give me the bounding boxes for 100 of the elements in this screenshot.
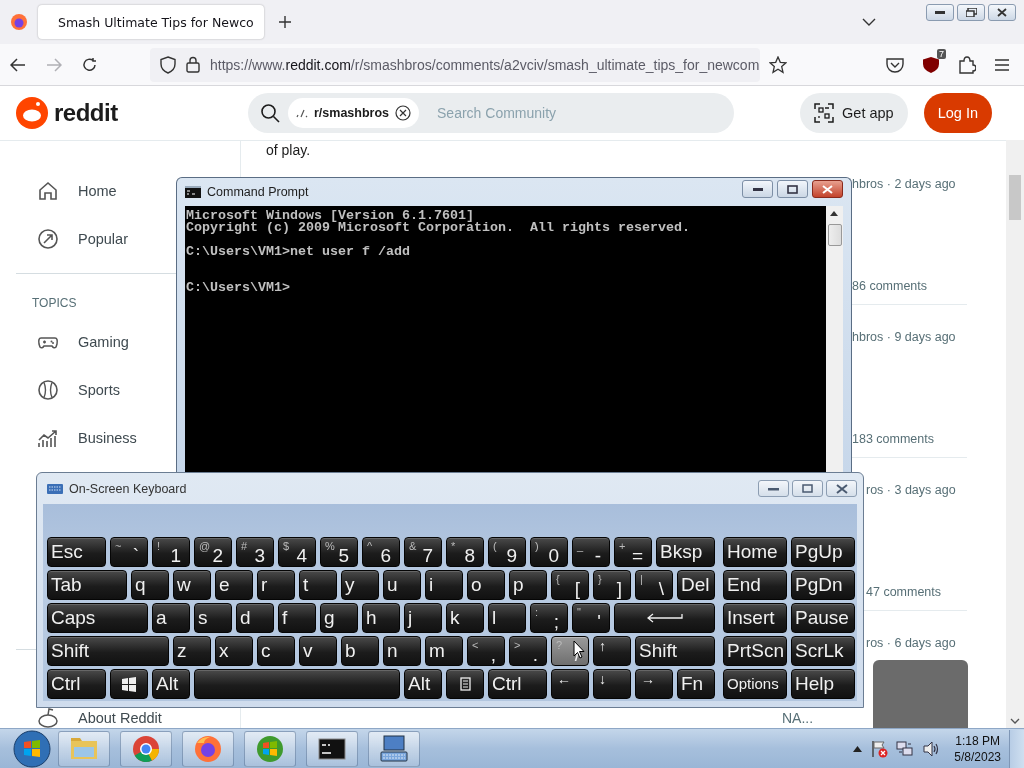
keyboard-key[interactable]: Alt [152, 669, 190, 699]
browser-tab[interactable]: Smash Ultimate Tips for Newco [38, 5, 264, 39]
keyboard-key[interactable]: & 7 [404, 537, 442, 567]
keyboard-key[interactable]: # 3 [236, 537, 274, 567]
pocket-icon[interactable] [886, 56, 904, 73]
keyboard-key[interactable]: u [383, 570, 421, 600]
keyboard-key[interactable]: i [425, 570, 463, 600]
comment-count[interactable]: 183 comments [852, 432, 967, 446]
keyboard-key[interactable]: o [467, 570, 505, 600]
keyboard-key[interactable]: PgDn [791, 570, 855, 600]
keyboard-key[interactable]: Tab [47, 570, 127, 600]
maximize-button[interactable] [792, 480, 823, 497]
keyboard-key[interactable]: ← [551, 669, 589, 699]
keyboard-key[interactable]: h [362, 603, 400, 633]
keyboard-key[interactable]: Ctrl [488, 669, 547, 699]
chevron-up-icon[interactable] [853, 745, 863, 752]
keyboard-key[interactable]: * 8 [446, 537, 484, 567]
keyboard-key[interactable]: Del [677, 570, 715, 600]
start-button[interactable] [12, 729, 52, 768]
keyboard-key[interactable]: Pause [791, 603, 855, 633]
sidebar-item[interactable]: Home [16, 167, 123, 215]
space-key[interactable] [194, 669, 400, 699]
keyboard-key[interactable]: x [215, 636, 253, 666]
keyboard-key[interactable]: " ' [572, 603, 610, 633]
sidebar-item[interactable]: Popular [16, 215, 134, 263]
keyboard-key[interactable]: Help [791, 669, 855, 699]
keyboard-key[interactable]: Shift [47, 636, 169, 666]
close-button[interactable] [988, 4, 1016, 21]
keyboard-key[interactable]: ! 1 [152, 537, 190, 567]
keyboard-key[interactable]: % 5 [320, 537, 358, 567]
comment-count[interactable]: 86 comments [852, 279, 967, 293]
keyboard-key[interactable]: PgUp [791, 537, 855, 567]
network-icon[interactable] [896, 739, 915, 758]
keyboard-key[interactable]: a [152, 603, 190, 633]
keyboard-key[interactable]: + = [614, 537, 652, 567]
keyboard-key[interactable]: < , [467, 636, 505, 666]
menu-icon[interactable] [994, 57, 1010, 72]
keyboard-key[interactable]: Alt [404, 669, 442, 699]
keyboard-key[interactable]: v [299, 636, 337, 666]
clear-icon[interactable] [395, 105, 412, 121]
logo-text[interactable]: reddit [54, 99, 118, 127]
keyboard-key[interactable]: @2 [194, 537, 232, 567]
keyboard-key[interactable]: w [173, 570, 211, 600]
login-button[interactable]: Log In [923, 93, 992, 133]
keyboard-key[interactable]: → [635, 669, 673, 699]
chevron-down-icon[interactable] [862, 18, 876, 26]
keyboard-key[interactable]: z [173, 636, 211, 666]
keyboard-key[interactable]: k [446, 603, 484, 633]
keyboard-key[interactable]: ) 0 [530, 537, 568, 567]
keyboard-key[interactable]: $ 4 [278, 537, 316, 567]
back-icon[interactable] [10, 57, 26, 72]
firefox-icon[interactable] [10, 13, 28, 31]
keyboard-key[interactable]: ScrLk [791, 636, 855, 666]
keyboard-key[interactable]: _ - [572, 537, 610, 567]
keyboard-key[interactable]: : ; [530, 603, 568, 633]
keyboard-key[interactable]: j [404, 603, 442, 633]
scroll-up-icon[interactable] [830, 211, 838, 216]
keyboard-key[interactable]: n [383, 636, 421, 666]
windows-key[interactable] [110, 669, 148, 699]
flag-icon[interactable] [870, 739, 889, 758]
keyboard-key[interactable]: d [236, 603, 274, 633]
keyboard-key[interactable]: e [215, 570, 253, 600]
keyboard-key[interactable]: b [341, 636, 379, 666]
keyboard-key[interactable]: g [320, 603, 358, 633]
scrollbar-thumb[interactable] [828, 224, 842, 246]
logo-icon[interactable] [16, 97, 48, 129]
sidebar-item[interactable]: Business [16, 414, 143, 462]
minimize-button[interactable] [758, 480, 789, 497]
keyboard-key[interactable]: Ctrl [47, 669, 106, 699]
keyboard-key[interactable]: ↓ [593, 669, 631, 699]
keyboard-key[interactable]: } ] [593, 570, 631, 600]
keyboard-key[interactable]: End [723, 570, 787, 600]
get-app-button[interactable]: Get app [800, 93, 908, 133]
keyboard-key[interactable]: Insert [723, 603, 787, 633]
maximize-button[interactable] [777, 180, 808, 198]
reload-icon[interactable] [82, 56, 98, 73]
keyboard-key[interactable]: s [194, 603, 232, 633]
keyboard-key[interactable]: ( 9 [488, 537, 526, 567]
shield-icon[interactable] [922, 55, 940, 74]
puzzle-icon[interactable] [958, 55, 976, 74]
keyboard-key[interactable]: f [278, 603, 316, 633]
keyboard-key[interactable]: Shift [635, 636, 715, 666]
keyboard-key[interactable]: p [509, 570, 547, 600]
keyboard-key[interactable]: ~ ` [110, 537, 148, 567]
scrollbar[interactable] [826, 206, 843, 473]
keyboard-key[interactable]: c [257, 636, 295, 666]
sidebar-item[interactable]: Sports [16, 366, 126, 414]
keyboard-key[interactable]: Options [723, 669, 787, 699]
keyboard-key[interactable]: { [ [551, 570, 589, 600]
taskbar-button[interactable] [306, 730, 358, 767]
taskbar-button[interactable] [368, 730, 420, 767]
minimize-button[interactable] [742, 180, 773, 198]
keyboard-key[interactable]: Caps [47, 603, 148, 633]
speaker-icon[interactable] [922, 739, 941, 758]
scrollbar[interactable] [1006, 140, 1024, 728]
keyboard-key[interactable]: l [488, 603, 526, 633]
keyboard-key[interactable]: t [299, 570, 337, 600]
keyboard-key[interactable]: Esc [47, 537, 106, 567]
keyboard-key[interactable]: m [425, 636, 463, 666]
star-icon[interactable] [769, 55, 788, 74]
